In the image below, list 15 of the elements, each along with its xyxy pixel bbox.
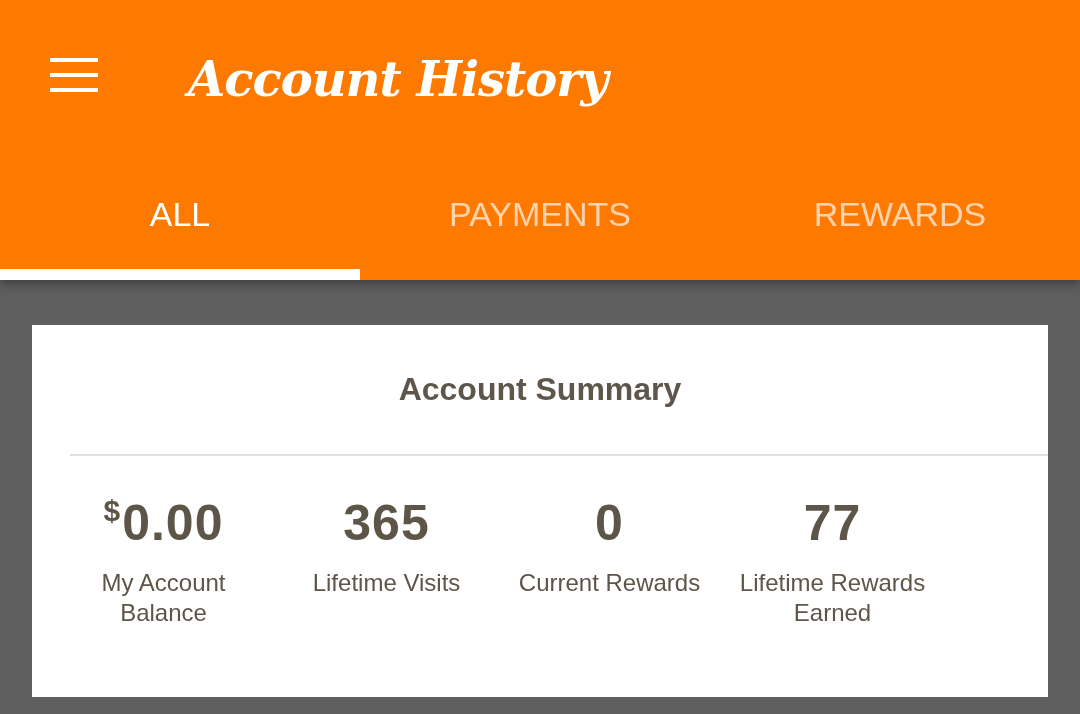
stat-value: 365 bbox=[343, 498, 430, 548]
stat-value: 0 bbox=[595, 498, 624, 548]
tab[interactable]: ALL bbox=[0, 160, 360, 280]
tab[interactable]: PAYMENTS bbox=[360, 160, 720, 280]
stat-value: 77 bbox=[803, 498, 862, 548]
menu-button[interactable] bbox=[50, 58, 98, 92]
stat-label: Current Rewards bbox=[518, 568, 701, 598]
currency-symbol: $ bbox=[103, 496, 121, 529]
stat-label: Lifetime Rewards Earned bbox=[738, 568, 927, 628]
stat-label: Lifetime Visits bbox=[312, 568, 461, 598]
card-title: Account Summary bbox=[398, 370, 682, 409]
tab[interactable]: REWARDS bbox=[720, 160, 1080, 280]
menu-icon bbox=[50, 58, 98, 92]
stat-value: 0.00 bbox=[122, 498, 224, 548]
stat-label: My Account Balance bbox=[100, 568, 227, 628]
